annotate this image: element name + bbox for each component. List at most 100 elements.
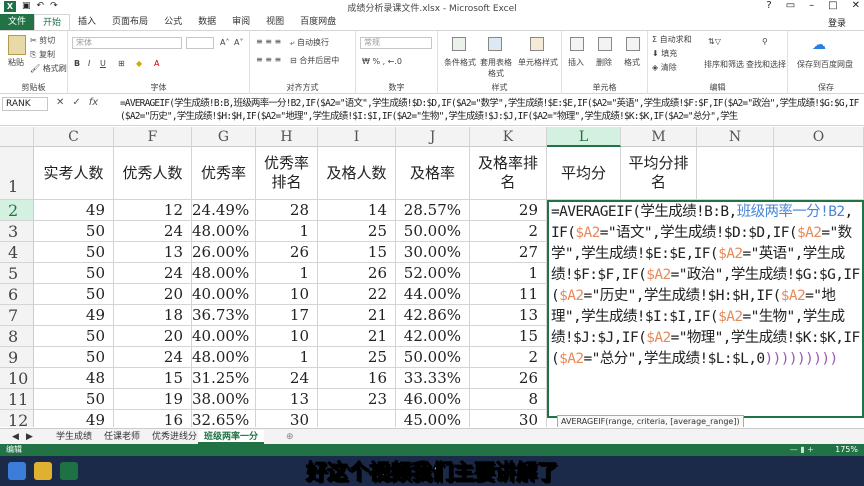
table-cell[interactable]: 26 (256, 242, 318, 263)
maximize-icon[interactable]: □ (828, 0, 837, 11)
table-cell[interactable]: 33.33% (396, 368, 470, 389)
close-icon[interactable]: ✕ (852, 0, 860, 11)
table-cell[interactable]: 24.49% (192, 200, 256, 221)
delete-cells-button[interactable]: 删除 (596, 57, 612, 68)
table-cell[interactable]: 46.00% (396, 389, 470, 410)
fill-button[interactable]: ⬇ 填充 (652, 48, 677, 59)
find-select-button[interactable]: 查找和选择 (746, 59, 786, 70)
align-top-icon[interactable]: ≡ ≡ ≡ (256, 37, 281, 46)
font-name-select[interactable]: 宋体 (72, 37, 182, 49)
table-cell[interactable]: 49 (34, 410, 114, 427)
table-cell[interactable]: 50 (34, 347, 114, 368)
header-cell[interactable]: 优秀率排名 (256, 147, 318, 200)
conditional-format-button[interactable]: 条件格式 (442, 57, 478, 68)
table-cell[interactable]: 42.00% (396, 326, 470, 347)
table-cell[interactable]: 48 (34, 368, 114, 389)
table-cell[interactable]: 28.57% (396, 200, 470, 221)
table-cell[interactable]: 8 (470, 389, 547, 410)
table-cell[interactable]: 21 (318, 305, 396, 326)
merge-center-button[interactable]: ⊟ 合并后居中 (290, 55, 339, 66)
table-cell[interactable]: 52.00% (396, 263, 470, 284)
row-header-9[interactable]: 9 (0, 347, 34, 368)
sort-filter-button[interactable]: 排序和筛选 (704, 59, 744, 70)
table-cell[interactable]: 1 (256, 347, 318, 368)
tab-5[interactable]: 数据 (190, 14, 224, 30)
autosum-button[interactable]: Σ 自动求和 (652, 34, 692, 45)
table-cell[interactable]: 15 (114, 368, 192, 389)
ribbon-display-icon[interactable]: ▭ (786, 0, 795, 11)
table-cell[interactable]: 45.00% (396, 410, 470, 427)
table-cell[interactable]: 50 (34, 389, 114, 410)
sheet-nav-next-icon[interactable]: ▶ (20, 430, 39, 444)
table-cell[interactable]: 50 (34, 263, 114, 284)
table-cell[interactable]: 24 (114, 347, 192, 368)
underline-button[interactable]: U (100, 59, 106, 68)
column-header-K[interactable]: K (470, 127, 547, 147)
column-header-I[interactable]: I (318, 127, 396, 147)
table-cell[interactable]: 27 (470, 242, 547, 263)
table-cell[interactable]: 48.00% (192, 263, 256, 284)
insert-function-icon[interactable]: fx (89, 97, 98, 108)
row-header-1[interactable]: 1 (0, 147, 34, 200)
font-size-up-button[interactable]: A˄ (220, 38, 229, 47)
fill-color-icon[interactable]: ◆ (136, 59, 142, 68)
row-header-12[interactable]: 12 (0, 410, 34, 427)
clear-button[interactable]: ◈ 清除 (652, 62, 677, 73)
select-all-corner[interactable] (0, 127, 34, 147)
table-cell[interactable]: 20 (114, 284, 192, 305)
bold-button[interactable]: B (74, 59, 80, 68)
tab-3[interactable]: 页面布局 (104, 14, 156, 30)
header-cell[interactable]: 平均分排名 (621, 147, 697, 200)
table-cell[interactable]: 16 (318, 368, 396, 389)
table-cell[interactable]: 13 (470, 305, 547, 326)
column-header-G[interactable]: G (192, 127, 256, 147)
column-header-L[interactable]: L (547, 127, 621, 147)
table-cell[interactable]: 24 (114, 221, 192, 242)
tab-0[interactable]: 文件 (0, 14, 35, 30)
font-color-icon[interactable]: A (154, 59, 159, 68)
row-header-11[interactable]: 11 (0, 389, 34, 410)
font-size-select[interactable] (186, 37, 214, 49)
table-cell[interactable]: 19 (114, 389, 192, 410)
row-header-2[interactable]: 2 (0, 200, 34, 221)
paste-button[interactable]: 粘贴 (6, 35, 26, 68)
table-cell[interactable]: 26.00% (192, 242, 256, 263)
table-cell[interactable]: 48.00% (192, 221, 256, 242)
table-cell[interactable]: 2 (470, 221, 547, 242)
table-cell[interactable]: 25 (318, 347, 396, 368)
table-cell[interactable]: 13 (114, 242, 192, 263)
wrap-text-button[interactable]: ⤶ 自动换行 (290, 37, 329, 48)
number-format-select[interactable]: 常规 (360, 37, 432, 49)
table-cell[interactable]: 14 (318, 200, 396, 221)
table-cell[interactable]: 50 (34, 326, 114, 347)
table-cell[interactable]: 17 (256, 305, 318, 326)
table-cell[interactable]: 1 (256, 221, 318, 242)
column-header-F[interactable]: F (114, 127, 192, 147)
table-cell[interactable]: 44.00% (396, 284, 470, 305)
italic-button[interactable]: I (88, 59, 90, 68)
table-cell[interactable]: 26 (318, 263, 396, 284)
table-cell[interactable]: 49 (34, 305, 114, 326)
table-cell[interactable]: 1 (256, 263, 318, 284)
row-header-8[interactable]: 8 (0, 326, 34, 347)
row-header-6[interactable]: 6 (0, 284, 34, 305)
sheet-tab-2[interactable]: 优秀进线分 (146, 430, 203, 444)
table-cell[interactable]: 50 (34, 284, 114, 305)
align-left-icon[interactable]: ≡ ≡ ≡ (256, 55, 281, 64)
copy-button[interactable]: ⎘ 复制 (30, 49, 55, 60)
table-cell[interactable]: 15 (318, 242, 396, 263)
table-cell[interactable]: 30 (470, 410, 547, 427)
table-cell[interactable]: 28 (256, 200, 318, 221)
table-cell[interactable]: 10 (256, 326, 318, 347)
tab-4[interactable]: 公式 (156, 14, 190, 30)
format-painter-button[interactable]: 🖌 格式刷 (30, 63, 67, 74)
name-box[interactable]: RANK (2, 97, 48, 111)
table-cell[interactable]: 10 (256, 284, 318, 305)
table-cell[interactable]: 49 (34, 200, 114, 221)
table-cell[interactable]: 50.00% (396, 347, 470, 368)
row-header-10[interactable]: 10 (0, 368, 34, 389)
column-header-M[interactable]: M (621, 127, 697, 147)
format-as-table-button[interactable]: 套用表格格式 (478, 57, 514, 79)
header-cell[interactable]: 优秀率 (192, 147, 256, 200)
table-cell[interactable]: 38.00% (192, 389, 256, 410)
